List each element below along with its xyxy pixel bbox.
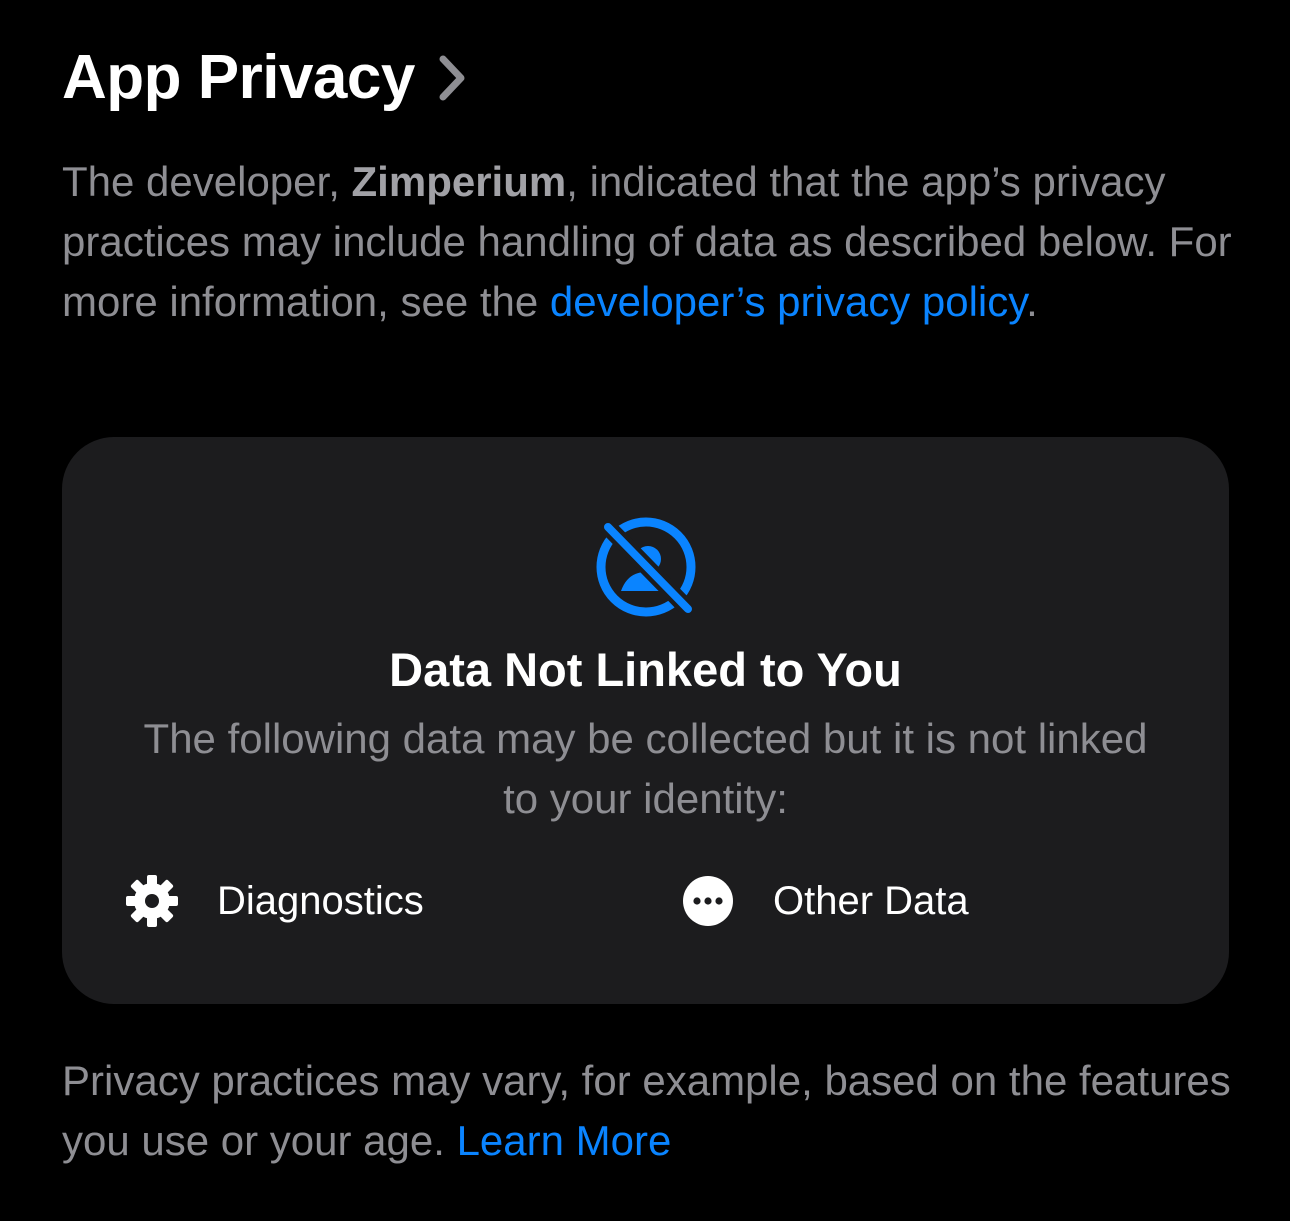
privacy-intro-text: The developer, Zimperium, indicated that… bbox=[62, 152, 1232, 332]
app-privacy-header[interactable]: App Privacy bbox=[62, 40, 467, 116]
card-title: Data Not Linked to You bbox=[389, 643, 902, 696]
learn-more-link[interactable]: Learn More bbox=[457, 1117, 672, 1164]
intro-text-end: . bbox=[1026, 278, 1038, 325]
diagnostics-label: Diagnostics bbox=[217, 879, 424, 923]
data-item-diagnostics: Diagnostics bbox=[124, 873, 424, 929]
developer-name: Zimperium bbox=[351, 158, 567, 205]
other-data-label: Other Data bbox=[773, 879, 969, 923]
privacy-footer-text: Privacy practices may vary, for example,… bbox=[62, 1051, 1232, 1171]
privacy-policy-link[interactable]: developer’s privacy policy bbox=[550, 278, 1026, 325]
chevron-right-icon bbox=[437, 55, 467, 101]
data-not-linked-card[interactable]: Data Not Linked to You The following dat… bbox=[62, 437, 1229, 1004]
person-slash-circle-icon bbox=[594, 515, 698, 619]
card-description: The following data may be collected but … bbox=[143, 715, 1148, 822]
data-item-other-data: Other Data bbox=[680, 873, 969, 929]
section-title: App Privacy bbox=[62, 43, 415, 112]
gear-icon bbox=[124, 873, 180, 929]
ellipsis-circle-icon bbox=[680, 873, 736, 929]
intro-text-before: The developer, bbox=[62, 158, 352, 205]
